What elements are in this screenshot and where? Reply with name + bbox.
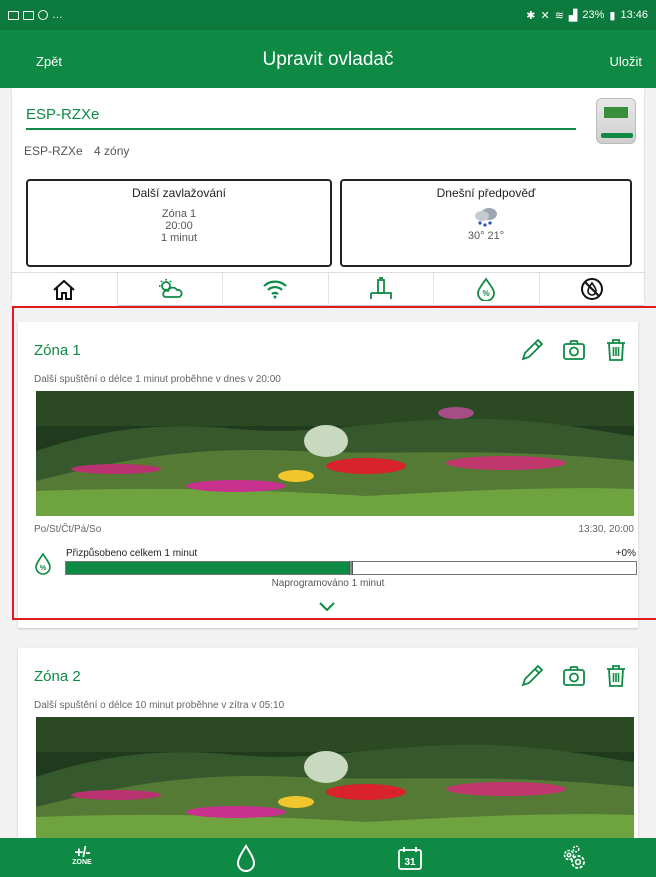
calendar-icon: 31	[398, 846, 422, 870]
cell-signal-icon: ▟	[568, 9, 578, 22]
zone-days: Po/St/Čt/Pá/So	[34, 524, 102, 535]
zone-actions	[518, 662, 630, 690]
next-watering-duration: 1 minut	[160, 232, 198, 244]
home-icon	[53, 279, 75, 300]
camera-icon	[563, 340, 585, 360]
svg-text:%: %	[483, 289, 490, 298]
weather-icon	[158, 279, 183, 298]
battery-percent: 23%	[582, 9, 605, 21]
bottom-nav-water[interactable]	[164, 838, 328, 877]
pencil-icon	[521, 338, 544, 361]
zone-start-times: 13:30, 20:00	[578, 524, 634, 535]
rain-delay-icon	[580, 278, 603, 300]
mail-notification-icon	[23, 10, 34, 20]
forecast-title: Dnešní předpověď	[436, 186, 536, 200]
bottom-nav-zone[interactable]: +/- ZONE	[0, 838, 164, 877]
more-notifications-icon: …	[52, 9, 63, 21]
zone-actions	[518, 336, 630, 364]
tab-weather[interactable]	[117, 273, 223, 306]
zone-title: Zóna 2	[34, 668, 81, 685]
zone-photo-garden	[36, 717, 634, 838]
battery-icon: ▮	[609, 9, 616, 22]
gallery-notification-icon	[8, 10, 19, 20]
runtime-progress-bar	[65, 561, 637, 575]
next-watering-card[interactable]: Další zavlažování Zóna 1 20:00 1 minut	[26, 179, 332, 267]
tab-seasonal-adjust[interactable]: %	[434, 273, 540, 306]
controller-screen-icon	[604, 107, 628, 118]
controller-tabs: %	[12, 272, 644, 306]
zone-icon: +/- ZONE	[72, 843, 92, 866]
controller-info: ESP-RZXe 4 zóny	[24, 144, 137, 158]
controller-image[interactable]	[596, 98, 636, 144]
page-title: Upravit ovladač	[262, 49, 394, 70]
gears-icon	[563, 845, 585, 869]
forecast-temps: 30° 21°	[467, 230, 505, 242]
save-button[interactable]: Uložit	[609, 54, 642, 69]
delete-zone-button[interactable]	[602, 662, 630, 690]
adjust-percent: +0%	[615, 548, 636, 559]
zone-photo-button[interactable]	[560, 336, 588, 364]
seasonal-adjust-icon: %	[477, 277, 496, 301]
zone-photo-button[interactable]	[560, 662, 588, 690]
chevron-down-icon[interactable]	[318, 600, 336, 612]
status-bar: … ✱ ✕ ≋ ▟ 23% ▮ 13:46	[0, 0, 656, 30]
zone-photo-garden	[36, 391, 634, 516]
tab-home[interactable]	[12, 273, 118, 306]
zone-title: Zóna 1	[34, 342, 81, 359]
app-notification-icon	[38, 10, 48, 20]
zone-next-run: Další spuštění o délce 1 minut proběhne …	[34, 374, 281, 385]
tab-wifi[interactable]	[223, 273, 329, 306]
runtime-progress-fill	[66, 562, 351, 574]
svg-text:%: %	[40, 565, 47, 572]
trash-icon	[607, 665, 625, 687]
programmed-marker	[349, 561, 353, 575]
seasonal-adjust-drop-icon: %	[35, 553, 51, 575]
clock: 13:46	[620, 9, 648, 21]
wifi-icon	[263, 280, 288, 299]
edit-zone-button[interactable]	[518, 336, 546, 364]
programmed-label: Naprogramováno 1 minut	[271, 578, 385, 589]
controller-zones: 4 zóny	[94, 144, 130, 158]
tab-sensor[interactable]	[328, 273, 434, 306]
input-underline	[26, 128, 576, 130]
bluetooth-icon: ✱	[526, 9, 536, 22]
svg-text:31: 31	[404, 857, 416, 868]
adjusted-total-label: Přizpůsobeno celkem 1 minut	[66, 548, 198, 559]
controller-name-input[interactable]: ESP-RZXe	[26, 106, 99, 123]
controller-model: ESP-RZXe	[24, 144, 83, 158]
tab-rain-delay[interactable]	[539, 273, 644, 306]
edit-zone-button[interactable]	[518, 662, 546, 690]
bottom-nav-settings[interactable]	[492, 838, 656, 877]
forecast-card[interactable]: Dnešní předpověď 30° 21°	[340, 179, 632, 267]
zone-next-run: Další spuštění o délce 10 minut proběhne…	[34, 700, 285, 711]
app-header: Zpět Upravit ovladač Uložit	[0, 30, 656, 88]
wifi-signal-icon: ≋	[554, 9, 564, 22]
next-watering-zone: Zóna 1	[161, 208, 197, 220]
zone-card-2[interactable]: Zóna 2 Další spuštění o délce 10 minut p…	[18, 648, 638, 838]
water-drop-icon	[236, 843, 256, 872]
brand-logo-icon	[601, 133, 633, 138]
cloud-rain-icon	[475, 208, 497, 227]
delete-zone-button[interactable]	[602, 336, 630, 364]
sensor-icon	[369, 277, 392, 299]
camera-icon	[563, 666, 585, 686]
bottom-nav-schedule[interactable]: 31	[328, 838, 492, 877]
bottom-nav: +/- ZONE 31	[0, 838, 656, 877]
pencil-icon	[521, 664, 544, 687]
controller-panel: ESP-RZXe ESP-RZXe 4 zóny Další zavlažová…	[12, 88, 644, 300]
zone-card-1[interactable]: Zóna 1 Další spuštění o délce 1 minut pr…	[18, 322, 638, 628]
next-watering-title: Další zavlažování	[131, 186, 227, 200]
next-watering-time: 20:00	[165, 220, 193, 232]
mute-icon: ✕	[540, 9, 550, 22]
trash-icon	[607, 339, 625, 361]
